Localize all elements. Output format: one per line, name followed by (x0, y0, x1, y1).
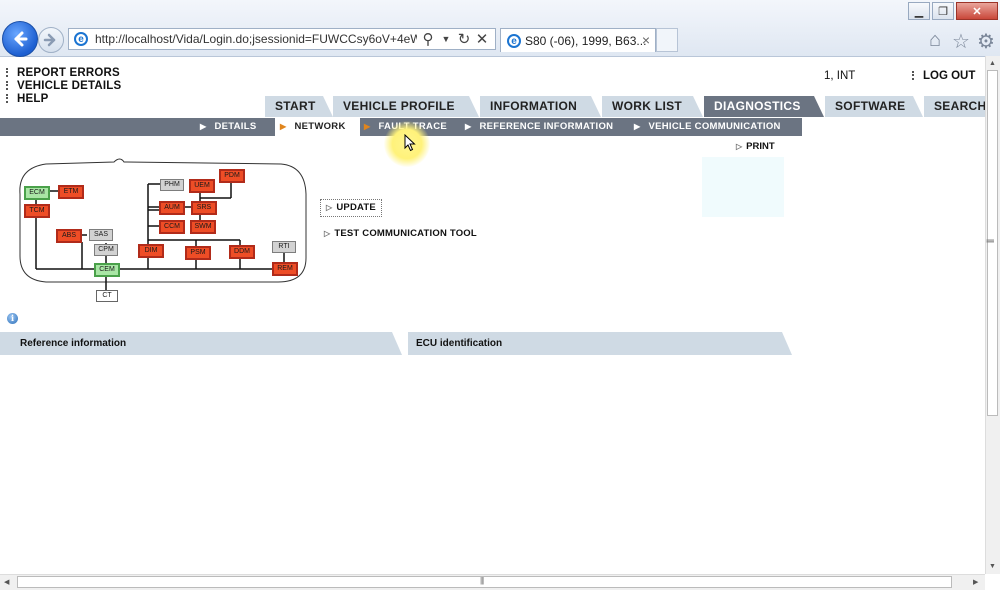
ie-logo-icon: e (74, 32, 88, 46)
maximize-button[interactable]: ❐ (932, 2, 954, 20)
tab-start[interactable]: START (265, 96, 333, 117)
ecu-rem[interactable]: REM (272, 262, 298, 276)
back-button[interactable] (2, 21, 38, 57)
favorites-star-icon[interactable]: ☆ (950, 29, 972, 54)
subtab-details[interactable]: ▶ DETAILS (200, 118, 257, 136)
back-arrow-icon (14, 31, 28, 47)
arrow-right-icon: ▶ (465, 122, 472, 131)
vehicle-details-link[interactable]: VEHICLE DETAILS (6, 80, 121, 92)
ecu-rti[interactable]: RTI (272, 241, 296, 253)
search-icon[interactable]: ⚲ (419, 30, 437, 48)
ecu-ddm[interactable]: DDM (229, 245, 255, 259)
home-icon[interactable]: ⌂ (924, 29, 946, 52)
ecu-ccm[interactable]: CCM (159, 220, 185, 234)
ecu-cpm[interactable]: CPM (94, 244, 118, 256)
blank-panel (702, 157, 784, 217)
logout-link[interactable]: LOG OUT (912, 70, 975, 82)
scroll-right-icon[interactable]: ▶ (973, 578, 978, 586)
scroll-grip-icon: ||| (986, 238, 996, 243)
arrow-right-icon: ▷ (736, 142, 743, 151)
ecu-dim[interactable]: DIM (138, 244, 164, 258)
arrow-right-icon: ▶ (364, 122, 371, 131)
ecu-uem[interactable]: UEM (189, 179, 215, 193)
url-text[interactable]: http://localhost/Vida/Login.do;jsessioni… (95, 32, 417, 46)
ecu-psm[interactable]: PSM (185, 246, 211, 260)
tab-vehicle-profile[interactable]: VEHICLE PROFILE (333, 96, 479, 117)
arrow-right-icon: ▶ (200, 122, 207, 131)
new-tab-button[interactable] (656, 28, 678, 52)
bullet-icon (6, 81, 11, 90)
window-close-button[interactable]: ✕ (956, 2, 998, 20)
ecu-identification-header: ECU identification (408, 332, 792, 355)
tab-close-icon[interactable]: × (642, 32, 650, 48)
scroll-up-icon[interactable]: ▲ (989, 60, 996, 67)
forward-arrow-icon (43, 33, 56, 47)
ecu-pdm[interactable]: PDM (219, 169, 245, 183)
help-link[interactable]: HELP (6, 93, 48, 105)
report-errors-link[interactable]: REPORT ERRORS (6, 67, 120, 79)
ecu-aum[interactable]: AUM (159, 201, 185, 215)
scroll-left-icon[interactable]: ◀ (4, 578, 9, 586)
tab-work-list[interactable]: WORK LIST (602, 96, 703, 117)
forward-button[interactable] (38, 27, 64, 53)
bullet-icon (912, 71, 917, 80)
horizontal-scroll-thumb[interactable] (17, 576, 952, 588)
ecu-sas[interactable]: SAS (89, 229, 113, 241)
tab-diagnostics[interactable]: DIAGNOSTICS (704, 96, 824, 117)
tab-software[interactable]: SOFTWARE (825, 96, 923, 117)
mouse-pointer-icon (404, 134, 416, 152)
arrow-right-icon: ▶ (634, 122, 641, 131)
print-link[interactable]: ▷ PRINT (736, 141, 775, 152)
settings-gear-icon[interactable]: ⚙ (975, 29, 997, 54)
minimize-button[interactable]: ▁ (908, 2, 930, 20)
info-icon[interactable]: i (7, 313, 18, 324)
subtab-network[interactable]: ▶ NETWORK (275, 118, 360, 136)
ecu-abs[interactable]: ABS (56, 229, 82, 243)
update-button[interactable]: ▷ UPDATE (320, 199, 382, 217)
address-bar[interactable]: e http://localhost/Vida/Login.do;jsessio… (68, 28, 496, 50)
network-diagram[interactable]: ECM ETM TCM ABS SAS CPM CEM CT PHM UEM P… (16, 154, 310, 302)
tab-title: S80 (-06), 1999, B63... (525, 34, 647, 48)
ecu-ecm[interactable]: ECM (24, 186, 50, 200)
refresh-icon[interactable]: ↻ (455, 30, 473, 48)
user-id: 1, INT (824, 70, 856, 82)
subtab-reference-information[interactable]: ▶ REFERENCE INFORMATION (465, 118, 613, 136)
ecu-phm[interactable]: PHM (160, 179, 184, 191)
scroll-grip-icon: ||| (480, 576, 484, 585)
browser-tab[interactable]: e S80 (-06), 1999, B63... × (500, 28, 656, 52)
reference-information-header: Reference information (0, 332, 402, 355)
ecu-srs[interactable]: SRS (191, 201, 217, 215)
ecu-tcm[interactable]: TCM (24, 204, 50, 218)
tab-information[interactable]: INFORMATION (480, 96, 601, 117)
ie-logo-icon: e (507, 34, 521, 48)
ecu-swm[interactable]: SWM (190, 220, 216, 234)
test-communication-tool-link[interactable]: ▷ TEST COMMUNICATION TOOL (324, 228, 477, 239)
bullet-icon (6, 68, 11, 77)
vertical-scroll-thumb[interactable] (987, 70, 998, 416)
bullet-icon (6, 94, 11, 103)
arrow-right-icon: ▶ (280, 122, 287, 131)
scroll-down-icon[interactable]: ▼ (989, 563, 996, 570)
subtab-vehicle-communication[interactable]: ▶ VEHICLE COMMUNICATION (634, 118, 781, 136)
ecu-etm[interactable]: ETM (58, 185, 84, 199)
stop-icon[interactable]: ✕ (473, 30, 491, 48)
arrow-right-icon: ▷ (324, 229, 331, 238)
dropdown-icon[interactable]: ▼ (437, 34, 455, 44)
arrow-right-icon: ▷ (326, 203, 333, 212)
ecu-cem[interactable]: CEM (94, 263, 120, 277)
tab-search[interactable]: SEARCH (924, 96, 986, 117)
ecu-ct[interactable]: CT (96, 290, 118, 302)
